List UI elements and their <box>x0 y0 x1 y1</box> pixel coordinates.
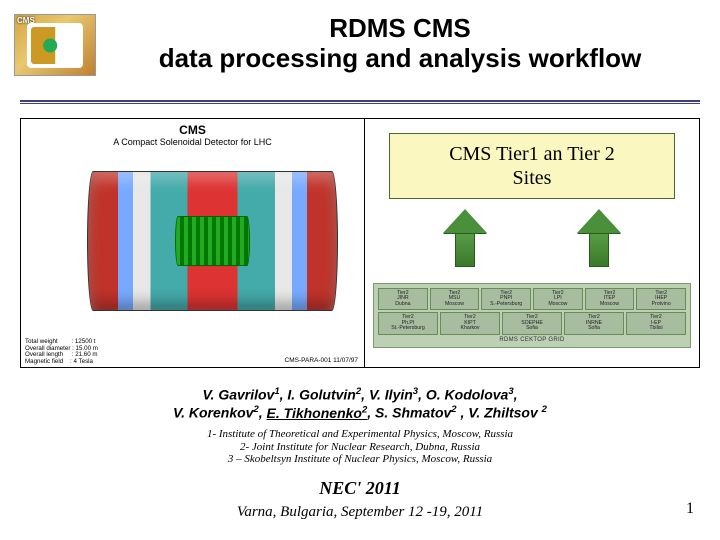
detector-illustration <box>27 151 358 331</box>
tier-cell: Tier2 IHEP Protvino <box>636 288 686 310</box>
tier-cell: Tier2 MSU Moscow <box>430 288 480 310</box>
conference: NEC' 2011 <box>0 478 720 499</box>
content-row: CMS A Compact Solenoidal Detector for LH… <box>20 118 700 368</box>
tier-cell: Tier2 PNPI S.-Petersburg <box>481 288 531 310</box>
tier-cell: Tier2 JINR Dubna <box>378 288 428 310</box>
detector-heading: CMS <box>27 123 358 137</box>
tier-grid: Tier2 JINR DubnaTier2 MSU MoscowTier2 PN… <box>373 283 691 348</box>
affiliations: 1- Institute of Theoretical and Experime… <box>40 428 680 466</box>
title-line-1: RDMS CMS <box>100 14 700 44</box>
title-underline <box>20 100 700 104</box>
tier-cell: Tier2 LPI Moscow <box>533 288 583 310</box>
detector-meta: Total weight : 12500 t Overall diameter … <box>25 339 98 365</box>
detector-figure: CMS A Compact Solenoidal Detector for LH… <box>20 118 365 368</box>
tier-cell: Tier2 INRNE Sofia <box>564 312 624 334</box>
authors: V. Gavrilov1, I. Golutvin2, V. Ilyin3, O… <box>40 386 680 422</box>
affil-3: 3 – Skobeltsyn Institute of Nuclear Phys… <box>40 453 680 466</box>
tier-box: CMS Tier1 an Tier 2 Sites <box>389 133 675 199</box>
affil-2: 2- Joint Institute for Nuclear Research,… <box>40 441 680 454</box>
cms-logo: CMS <box>14 14 96 76</box>
detector-cylinder-icon <box>87 171 338 311</box>
page-number: 1 <box>686 500 694 518</box>
arrow-up-icon <box>577 209 621 267</box>
tier-cell: Tier2 SOEPHE Sofia <box>502 312 562 334</box>
arrows <box>365 209 699 279</box>
slide: CMS RDMS CMS data processing and analysi… <box>0 0 720 540</box>
title-line-2: data processing and analysis workflow <box>100 44 700 74</box>
detector-subheading: A Compact Solenoidal Detector for LHC <box>27 137 358 147</box>
detector-id: CMS-PARA-001 11/07/97 <box>285 357 358 364</box>
tier-cell: Tier2 KIPT Kharkov <box>440 312 500 334</box>
tier-box-line1: CMS Tier1 an Tier 2 <box>396 142 668 166</box>
tier-box-line2: Sites <box>396 166 668 190</box>
tier-cell: Tier2 I-EP Tbilisi <box>626 312 686 334</box>
tier-cell: Tier2 Ph.PI St.-Petersburg <box>378 312 438 334</box>
tier-grid-label: RDMS CEKTOP GRID <box>378 337 686 343</box>
arrow-up-icon <box>443 209 487 267</box>
affil-1: 1- Institute of Theoretical and Experime… <box>40 428 680 441</box>
title-block: RDMS CMS data processing and analysis wo… <box>100 14 700 74</box>
tier-cell: Tier2 ITEP Moscow <box>585 288 635 310</box>
tier-panel: CMS Tier1 an Tier 2 Sites Tier2 JINR Dub… <box>364 118 700 368</box>
venue: Varna, Bulgaria, September 12 -19, 2011 <box>0 504 720 521</box>
